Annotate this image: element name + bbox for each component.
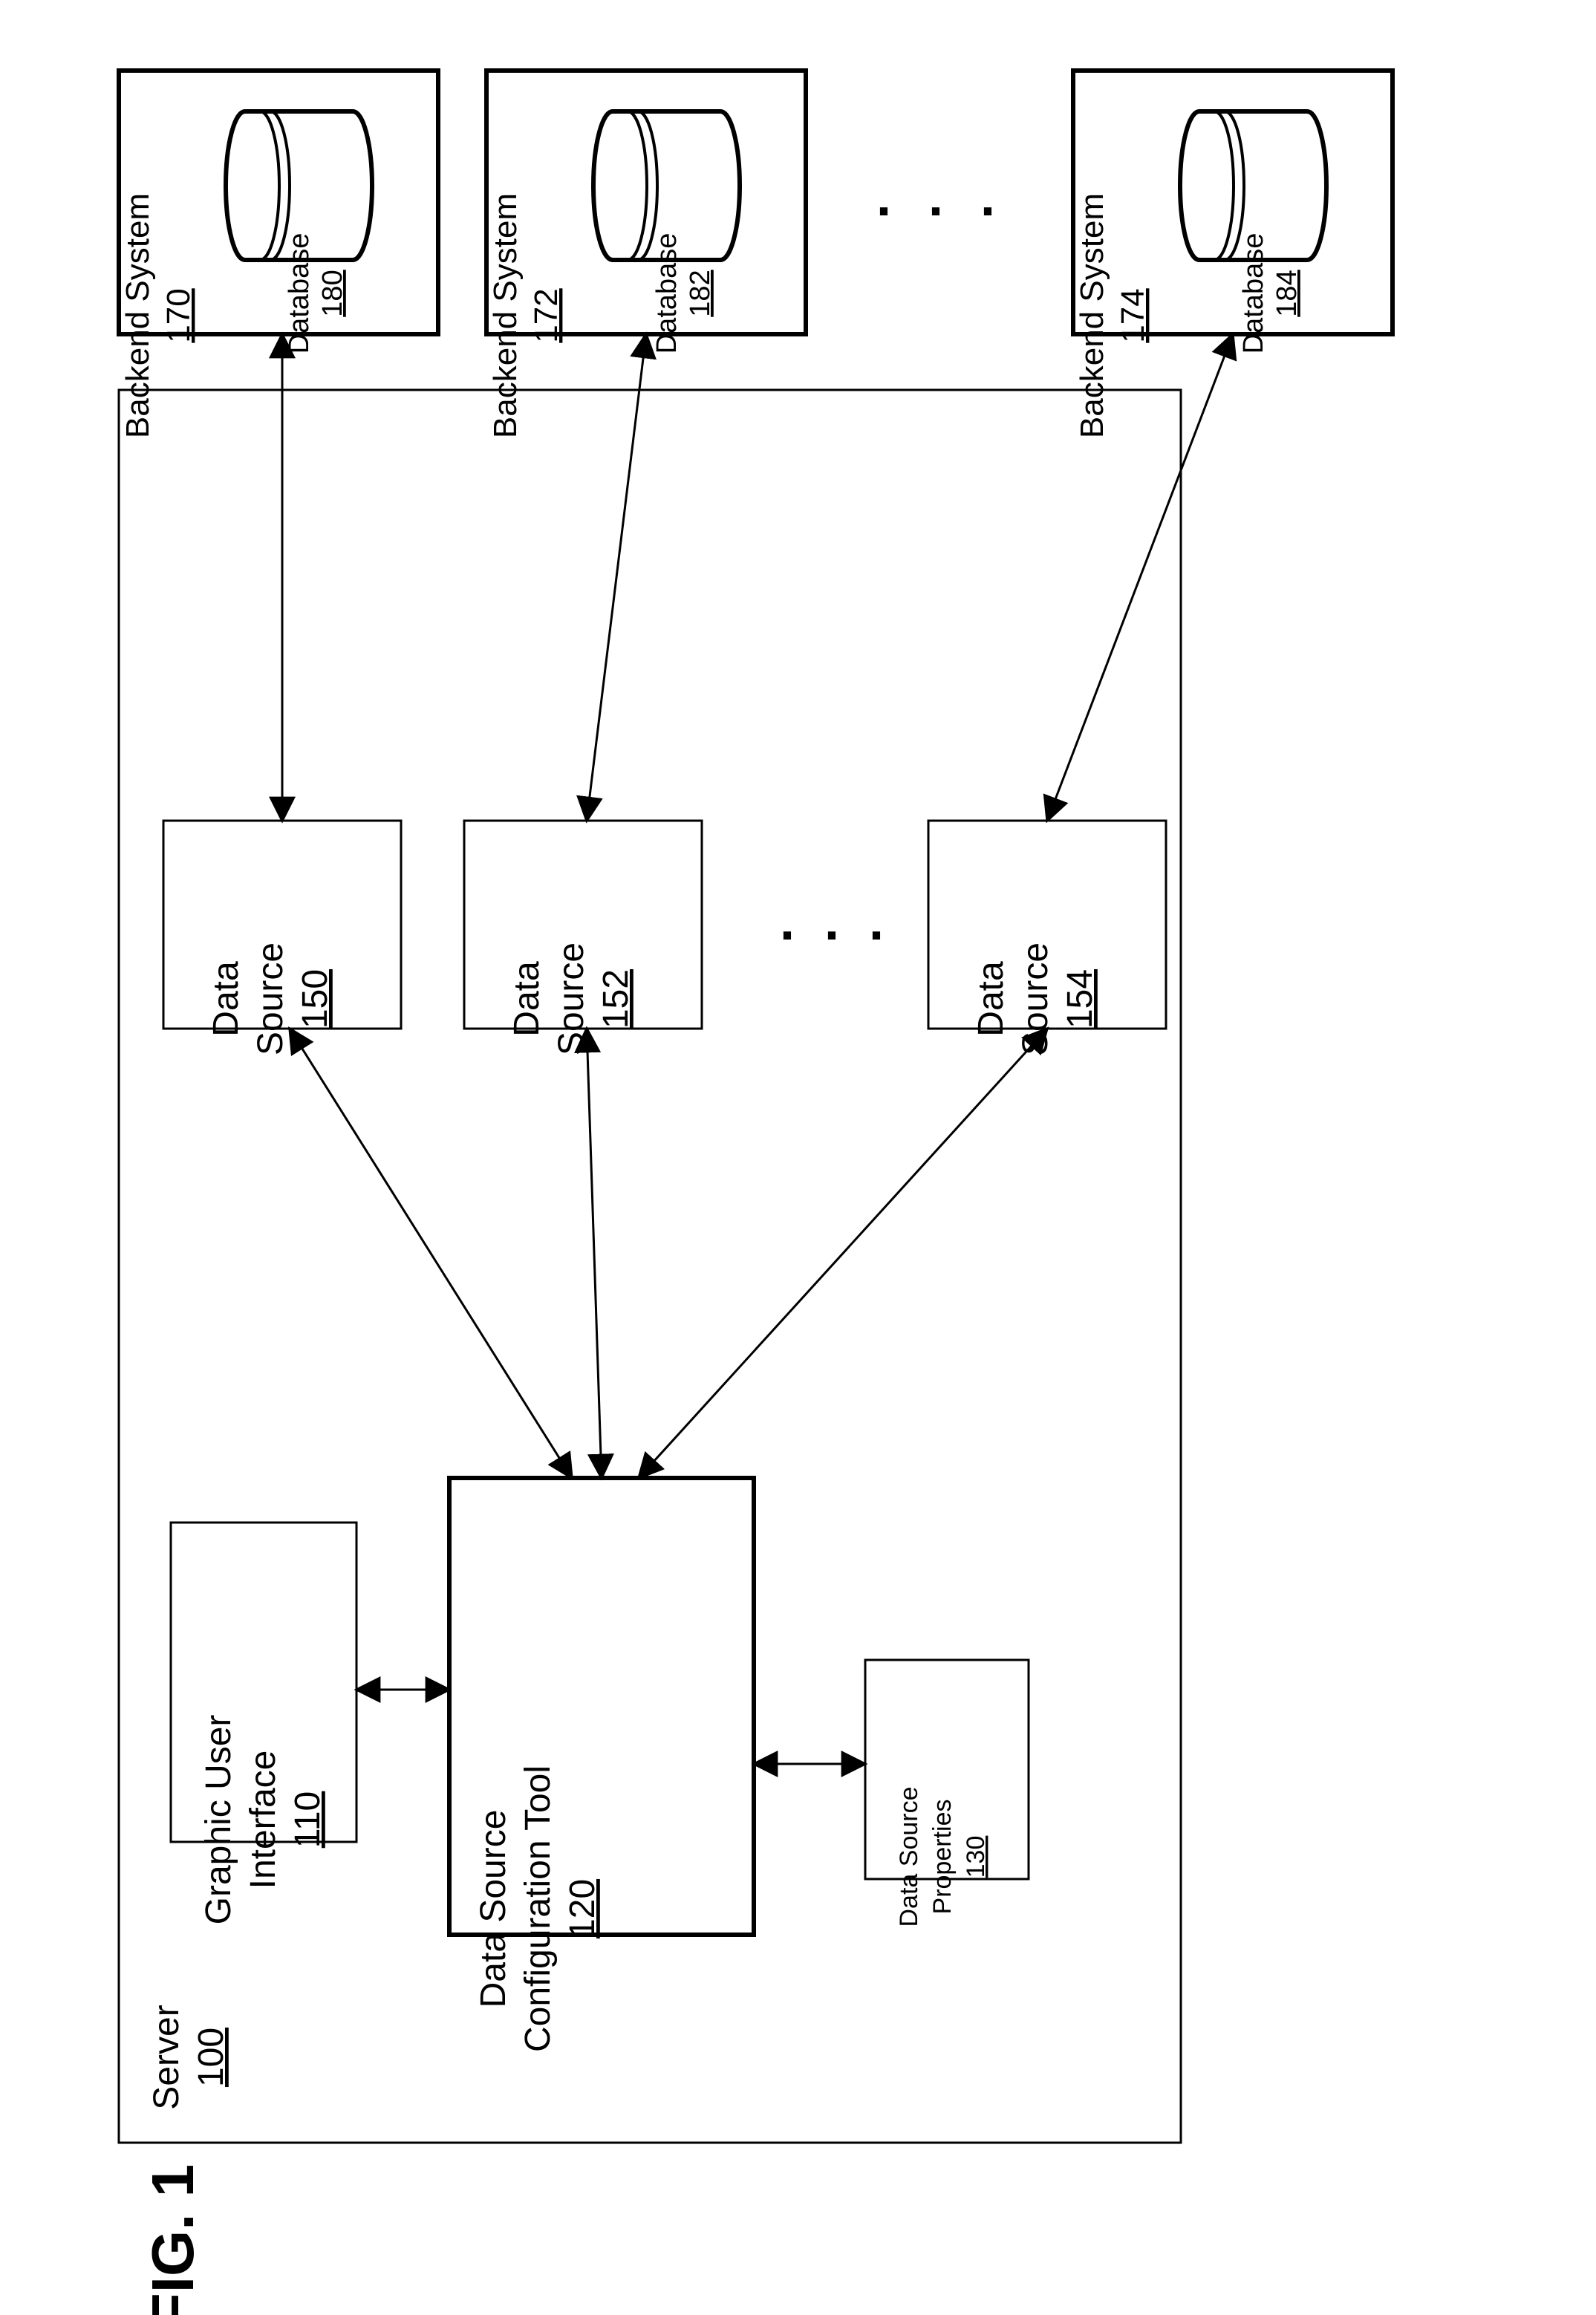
arrow-tool-ds1 bbox=[587, 1029, 602, 1478]
backend-label-2: Backend System bbox=[1074, 193, 1110, 438]
gui-l2: Interface bbox=[244, 1751, 283, 1889]
ds-ellipsis-2: . bbox=[824, 892, 839, 951]
db-ref-2: 184 bbox=[1271, 270, 1303, 316]
backend-group-0: Backend System 170 Database 180 bbox=[119, 71, 438, 438]
ds-ellipsis-3: . bbox=[869, 892, 884, 951]
db-label-2: Database bbox=[1238, 233, 1269, 354]
backend-label-0: Backend System bbox=[120, 193, 156, 438]
arrow-tool-ds0 bbox=[290, 1029, 572, 1478]
server-ref: 100 bbox=[192, 2028, 231, 2087]
backend-group-1: Backend System 172 Database 182 bbox=[486, 71, 806, 438]
ds-l1-0: Data bbox=[206, 961, 246, 1037]
backend-ref-0: 170 bbox=[160, 288, 197, 342]
backend-ref-1: 172 bbox=[528, 288, 564, 342]
ds-l2-1: Source bbox=[552, 942, 591, 1055]
backend-ref-2: 174 bbox=[1115, 288, 1151, 342]
tool-l1: Data Source bbox=[474, 1810, 513, 2008]
props-ref: 130 bbox=[962, 1836, 990, 1878]
gui-ref: 110 bbox=[288, 1791, 328, 1849]
backend-ellipsis-3: . bbox=[980, 168, 995, 227]
server-label: Server bbox=[147, 2005, 186, 2109]
gui-l1: Graphic User bbox=[199, 1715, 238, 1925]
db-label-1: Database bbox=[651, 233, 683, 354]
backend-group-2: Backend System 174 Database 184 bbox=[1073, 71, 1393, 438]
ds-l2-2: Source bbox=[1016, 942, 1055, 1055]
ds-ref-2: 154 bbox=[1061, 969, 1100, 1029]
props-l1: Data Source bbox=[895, 1787, 923, 1927]
ds-l2-0: Source bbox=[251, 942, 290, 1055]
db-ref-0: 180 bbox=[317, 270, 348, 316]
backend-ellipsis-2: . bbox=[928, 168, 943, 227]
ds-l1-2: Data bbox=[971, 961, 1011, 1037]
backend-ellipsis-1: . bbox=[876, 168, 891, 227]
tool-ref: 120 bbox=[563, 1879, 602, 1938]
ds-l1-1: Data bbox=[507, 961, 547, 1037]
arrow-tool-ds2 bbox=[639, 1029, 1047, 1478]
figure-label: FIG. 1 bbox=[140, 2164, 206, 2315]
ds-ellipsis-1: . bbox=[780, 892, 795, 951]
props-l2: Properties bbox=[928, 1800, 957, 1915]
db-label-0: Database bbox=[284, 233, 315, 354]
arrow-ds1-backend1 bbox=[587, 334, 646, 821]
diagram-svg: Server 100 Graphic User Interface 110 Da… bbox=[0, 0, 1596, 2315]
ds-ref-1: 152 bbox=[596, 969, 636, 1029]
tool-l2: Configuration Tool bbox=[518, 1765, 558, 2052]
db-ref-1: 182 bbox=[685, 270, 716, 316]
ds-ref-0: 150 bbox=[296, 969, 335, 1029]
backend-label-1: Backend System bbox=[487, 193, 524, 438]
